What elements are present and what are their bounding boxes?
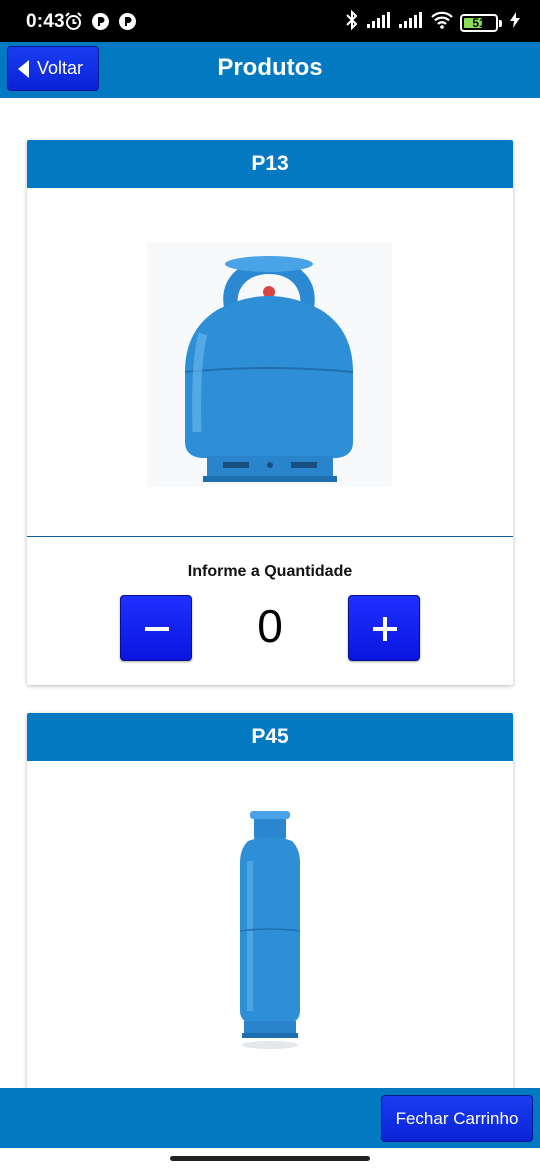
battery-icon: 51 <box>460 13 502 32</box>
quantity-value: 0 <box>257 600 283 652</box>
product-card: P13 Informe a Quantidade 0 <box>27 140 513 685</box>
minus-icon <box>145 627 169 631</box>
plus-icon-vertical <box>383 617 387 641</box>
close-cart-button[interactable]: Fechar Carrinho <box>381 1095 533 1142</box>
card-divider <box>27 536 513 537</box>
app-screen: 0:43 51 Voltar Produtos P13 Informe a Qu… <box>0 0 540 1170</box>
product-name: P13 <box>27 140 513 188</box>
quantity-stepper: 0 <box>27 595 513 661</box>
bottom-bar: Fechar Carrinho <box>0 1088 540 1148</box>
status-bar: 0:43 51 <box>0 0 540 42</box>
charging-icon <box>510 12 520 33</box>
system-nav-bar <box>0 1148 540 1170</box>
product-image-area <box>27 188 513 536</box>
quantity-label: Informe a Quantidade <box>187 563 353 580</box>
app-notification-icon <box>91 12 110 31</box>
product-image-area <box>27 761 513 1093</box>
bluetooth-icon <box>344 9 360 35</box>
battery-level: 51 <box>472 15 486 30</box>
app-notification-icon <box>118 12 137 31</box>
status-left-icons <box>64 12 137 31</box>
app-header: Voltar Produtos <box>0 42 540 98</box>
status-right-icons: 51 <box>344 9 520 35</box>
home-indicator[interactable] <box>170 1156 370 1161</box>
product-name: P45 <box>27 713 513 761</box>
alarm-icon <box>64 12 83 31</box>
signal-icon <box>398 11 424 34</box>
gas-cylinder-p45-image <box>239 811 301 1049</box>
page-title: Produtos <box>217 54 323 81</box>
wifi-icon <box>430 11 454 34</box>
signal-icon <box>366 11 392 34</box>
gas-cylinder-p13-image <box>147 242 392 487</box>
decrease-quantity-button[interactable] <box>120 595 192 661</box>
product-card: P45 <box>27 713 513 1093</box>
increase-quantity-button[interactable] <box>348 595 420 661</box>
status-time: 0:43 <box>26 11 65 32</box>
